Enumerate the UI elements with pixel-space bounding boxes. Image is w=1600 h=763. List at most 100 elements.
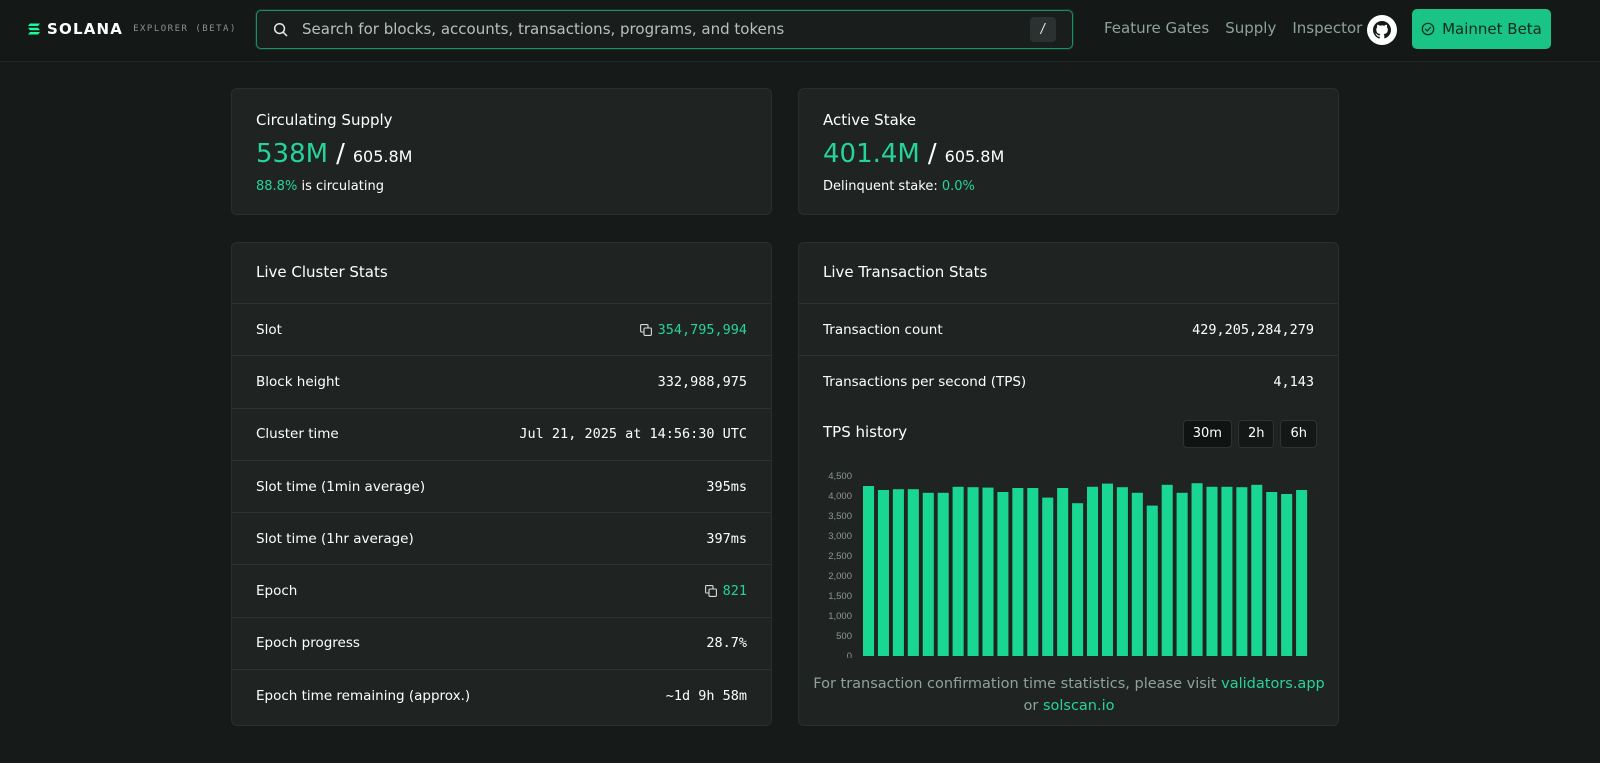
y-tick-label: 4,500	[828, 471, 852, 482]
tps-bar[interactable]	[1057, 488, 1069, 656]
tps-bar[interactable]	[1012, 488, 1024, 656]
tps-bar[interactable]	[1131, 492, 1143, 656]
copy-icon[interactable]	[704, 585, 717, 598]
range-button-30m[interactable]: 30m	[1182, 420, 1232, 448]
delinquent-label: Delinquent stake:	[823, 179, 938, 194]
epoch-link[interactable]: 821	[704, 583, 747, 599]
supply-percent: 88.8%	[256, 179, 298, 194]
stat-label: Block height	[256, 373, 340, 390]
y-tick-label: 2,000	[828, 571, 852, 582]
tps-bar[interactable]	[1266, 492, 1278, 656]
tps-bar[interactable]	[1296, 490, 1308, 656]
network-label: Mainnet Beta	[1442, 20, 1542, 38]
stat-value: 397ms	[706, 530, 747, 547]
copy-icon[interactable]	[639, 323, 652, 336]
y-tick-label: 500	[836, 631, 852, 642]
tps-bar[interactable]	[907, 489, 919, 656]
nav-feature-gates[interactable]: Feature Gates	[1104, 19, 1209, 37]
tps-bar[interactable]	[997, 492, 1009, 656]
network-select-button[interactable]: Mainnet Beta	[1412, 9, 1551, 49]
range-button-6h[interactable]: 6h	[1280, 420, 1317, 448]
tps-bar[interactable]	[1027, 488, 1039, 656]
tps-bar[interactable]	[1072, 503, 1084, 656]
tps-bar[interactable]	[1221, 486, 1233, 656]
tps-bar[interactable]	[1116, 487, 1128, 656]
stat-label: Slot time (1min average)	[256, 478, 426, 495]
main-nav: Feature Gates Supply Inspector	[1104, 19, 1362, 37]
stat-value: 429,205,284,279	[1192, 321, 1314, 338]
tps-bar[interactable]	[967, 487, 979, 656]
stat-value: 4,143	[1273, 374, 1314, 391]
tps-bar[interactable]	[1251, 484, 1263, 656]
range-button-2h[interactable]: 2h	[1237, 420, 1275, 448]
circulating-supply-card: Circulating Supply 538M / 605.8M 88.8% i…	[231, 88, 772, 215]
live-transaction-stats-card: Live Transaction Stats Transaction count…	[798, 242, 1339, 726]
tps-bar[interactable]	[1176, 492, 1188, 656]
supply-separator: /	[336, 139, 345, 169]
stat-value[interactable]: 354,795,994	[658, 322, 747, 338]
tps-bar[interactable]	[877, 490, 889, 656]
top-navbar: SOLANA EXPLORER (BETA) Search for blocks…	[0, 0, 1600, 62]
nav-supply[interactable]: Supply	[1225, 19, 1276, 37]
solscan-link[interactable]: solscan.io	[1043, 698, 1115, 714]
card-title: Active Stake	[823, 111, 917, 129]
tps-bar[interactable]	[1101, 483, 1113, 656]
stake-total-value: 605.8M	[944, 147, 1005, 166]
stat-label: Transaction count	[823, 321, 943, 338]
solana-logo[interactable]: SOLANA EXPLORER (BETA)	[27, 20, 237, 38]
stake-active-value: 401.4M	[823, 139, 920, 169]
active-stake-card: Active Stake 401.4M / 605.8M Delinquent …	[798, 88, 1339, 215]
logo-subtitle: EXPLORER (BETA)	[133, 24, 237, 34]
tps-bar[interactable]	[892, 489, 904, 656]
supply-figure: 538M / 605.8M	[256, 139, 747, 169]
tps-bar[interactable]	[1281, 494, 1293, 656]
logo-wordmark: SOLANA	[47, 20, 124, 38]
stat-label: Epoch time remaining (approx.)	[256, 688, 471, 705]
stat-row-block-height: Block height 332,988,975	[232, 356, 771, 409]
card-header: Live Cluster Stats	[232, 243, 771, 304]
search-icon	[273, 22, 288, 37]
search-box[interactable]: Search for blocks, accounts, transaction…	[256, 10, 1073, 49]
nav-inspector[interactable]: Inspector	[1292, 19, 1362, 37]
tps-bar[interactable]	[1161, 484, 1173, 656]
stat-label: Slot time (1hr average)	[256, 530, 414, 547]
y-tick-label: 3,000	[828, 531, 852, 542]
tps-history-header: TPS history 30m 2h 6h	[823, 420, 1317, 453]
search-input[interactable]: Search for blocks, accounts, transaction…	[302, 20, 784, 38]
slot-link[interactable]: 354,795,994	[639, 322, 747, 338]
tps-footnote: For transaction confirmation time statis…	[799, 673, 1339, 717]
tps-bar[interactable]	[1146, 505, 1158, 656]
stat-row-cluster-time: Cluster time Jul 21, 2025 at 14:56:30 UT…	[232, 409, 771, 461]
search-shortcut-key: /	[1030, 17, 1056, 42]
supply-percent-suffix: is circulating	[301, 179, 384, 194]
stat-row-slot-time-1hr: Slot time (1hr average) 397ms	[232, 513, 771, 566]
supply-total-value: 605.8M	[352, 147, 413, 166]
stat-label: Slot	[256, 321, 282, 338]
supply-percent-line: 88.8% is circulating	[256, 179, 747, 194]
tps-bar[interactable]	[982, 487, 994, 656]
tps-bar[interactable]	[1191, 483, 1203, 656]
cluster-stats-list: Slot 354,795,994 Block height 332,988,97…	[232, 304, 771, 722]
stat-value: Jul 21, 2025 at 14:56:30 UTC	[519, 426, 747, 443]
tps-bar[interactable]	[952, 486, 964, 656]
github-icon[interactable]	[1366, 14, 1398, 46]
stat-row-tps: Transactions per second (TPS) 4,143	[799, 356, 1338, 408]
stat-value[interactable]: 821	[723, 583, 747, 599]
tps-bar[interactable]	[1087, 486, 1099, 656]
tps-bar[interactable]	[863, 486, 875, 656]
footnote-text: For transaction confirmation time statis…	[813, 676, 1217, 692]
stat-label: Cluster time	[256, 426, 339, 443]
supply-circulating-value: 538M	[256, 139, 329, 169]
stat-row-slot-time-1min: Slot time (1min average) 395ms	[232, 461, 771, 514]
tps-bar[interactable]	[922, 492, 934, 656]
footnote-or: or	[1023, 698, 1039, 714]
live-cluster-stats-card: Live Cluster Stats Slot 354,795,994 Bloc…	[231, 242, 772, 726]
stat-label: Epoch	[256, 583, 298, 600]
validators-app-link[interactable]: validators.app	[1221, 676, 1325, 692]
tps-bar[interactable]	[1206, 486, 1218, 656]
card-header: Live Transaction Stats	[799, 243, 1338, 304]
tps-bar[interactable]	[1236, 487, 1248, 656]
tps-bar[interactable]	[937, 492, 949, 656]
y-tick-label: 1,000	[828, 611, 852, 622]
tps-bar[interactable]	[1042, 497, 1054, 656]
